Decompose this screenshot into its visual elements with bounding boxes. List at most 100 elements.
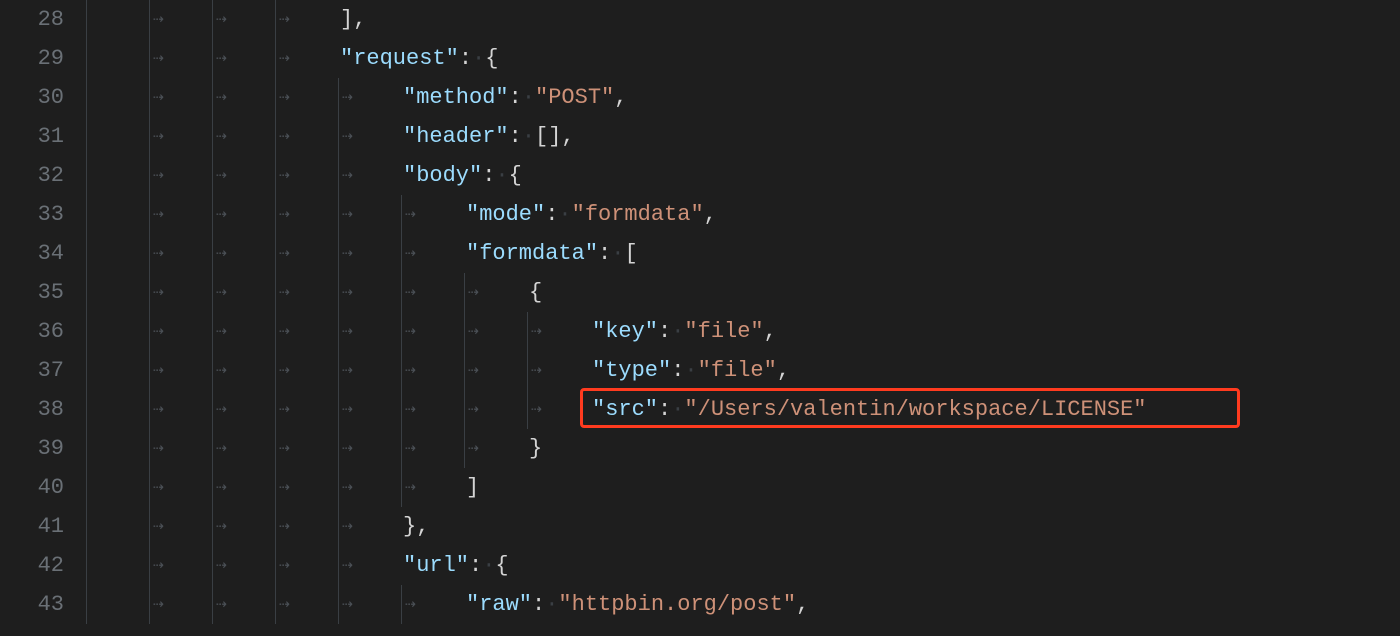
token-str: "httpbin.org/post" (558, 592, 796, 617)
code-line[interactable]: 29⇢⇢⇢"request":·{ (0, 39, 1400, 78)
line-number: 41 (0, 507, 86, 546)
token-key: "mode" (466, 202, 545, 227)
code-content[interactable]: ⇢⇢⇢⇢⇢"raw":·"httpbin.org/post", (86, 585, 1400, 624)
token-str: "POST" (535, 85, 614, 110)
token-key: "request" (340, 46, 459, 71)
line-number: 39 (0, 429, 86, 468)
code-text: "raw":·"httpbin.org/post", (86, 585, 809, 624)
code-text: "method":·"POST", (86, 78, 627, 117)
code-content[interactable]: ⇢⇢⇢⇢"url":·{ (86, 546, 1400, 585)
line-number: 38 (0, 390, 86, 429)
code-line[interactable]: 36⇢⇢⇢⇢⇢⇢⇢"key":·"file", (0, 312, 1400, 351)
code-line[interactable]: 37⇢⇢⇢⇢⇢⇢⇢"type":·"file", (0, 351, 1400, 390)
code-content[interactable]: ⇢⇢⇢⇢⇢⇢⇢"type":·"file", (86, 351, 1400, 390)
line-number: 33 (0, 195, 86, 234)
code-content[interactable]: ⇢⇢⇢⇢⇢⇢⇢"key":·"file", (86, 312, 1400, 351)
token-punct: : (482, 163, 495, 188)
line-number: 29 (0, 39, 86, 78)
token-punct: : (509, 85, 522, 110)
token-key: "type" (592, 358, 671, 383)
token-key: "header" (403, 124, 509, 149)
token-punct: , (614, 85, 627, 110)
token-punct: : (658, 397, 671, 422)
code-content[interactable]: ⇢⇢⇢⇢⇢] (86, 468, 1400, 507)
code-line[interactable]: 31⇢⇢⇢⇢"header":·[], (0, 117, 1400, 156)
code-line[interactable]: 33⇢⇢⇢⇢⇢"mode":·"formdata", (0, 195, 1400, 234)
code-editor[interactable]: 28⇢⇢⇢],29⇢⇢⇢"request":·{30⇢⇢⇢⇢"method":·… (0, 0, 1400, 636)
token-ws-dot: · (495, 163, 508, 188)
token-punct: : (671, 358, 684, 383)
token-key: "raw" (466, 592, 532, 617)
line-number: 36 (0, 312, 86, 351)
token-punct: } (529, 436, 542, 461)
code-text: "formdata":·[ (86, 234, 638, 273)
token-key: "method" (403, 85, 509, 110)
code-content[interactable]: ⇢⇢⇢⇢⇢⇢{ (86, 273, 1400, 312)
code-line[interactable]: 40⇢⇢⇢⇢⇢] (0, 468, 1400, 507)
token-punct: , (764, 319, 777, 344)
token-ws-dot: · (611, 241, 624, 266)
token-punct: }, (403, 514, 429, 539)
token-key: "body" (403, 163, 482, 188)
code-content[interactable]: ⇢⇢⇢⇢}, (86, 507, 1400, 546)
code-content[interactable]: ⇢⇢⇢], (86, 0, 1400, 39)
line-number: 43 (0, 585, 86, 624)
token-punct: , (796, 592, 809, 617)
code-content[interactable]: ⇢⇢⇢⇢"method":·"POST", (86, 78, 1400, 117)
code-text: "header":·[], (86, 117, 575, 156)
code-line[interactable]: 34⇢⇢⇢⇢⇢"formdata":·[ (0, 234, 1400, 273)
line-number: 31 (0, 117, 86, 156)
token-ws-dot: · (472, 46, 485, 71)
code-text: "request":·{ (86, 39, 498, 78)
token-ws-dot: · (482, 553, 495, 578)
code-line[interactable]: 42⇢⇢⇢⇢"url":·{ (0, 546, 1400, 585)
line-number: 28 (0, 0, 86, 39)
code-line[interactable]: 43⇢⇢⇢⇢⇢"raw":·"httpbin.org/post", (0, 585, 1400, 624)
line-number: 40 (0, 468, 86, 507)
line-number: 30 (0, 78, 86, 117)
code-content[interactable]: ⇢⇢⇢⇢⇢⇢⇢"src":·"/Users/valentin/workspace… (86, 390, 1400, 429)
code-line[interactable]: 38⇢⇢⇢⇢⇢⇢⇢"src":·"/Users/valentin/workspa… (0, 390, 1400, 429)
token-punct: : (532, 592, 545, 617)
code-text: "url":·{ (86, 546, 509, 585)
code-text: ] (86, 468, 479, 507)
token-str: "/Users/valentin/workspace/LICENSE" (684, 397, 1146, 422)
token-punct: ] (466, 475, 479, 500)
code-line[interactable]: 35⇢⇢⇢⇢⇢⇢{ (0, 273, 1400, 312)
token-ws-dot: · (671, 319, 684, 344)
code-content[interactable]: ⇢⇢⇢⇢⇢"formdata":·[ (86, 234, 1400, 273)
code-content[interactable]: ⇢⇢⇢⇢⇢"mode":·"formdata", (86, 195, 1400, 234)
code-text: "body":·{ (86, 156, 522, 195)
code-content[interactable]: ⇢⇢⇢"request":·{ (86, 39, 1400, 78)
token-punct: : (658, 319, 671, 344)
code-line[interactable]: 32⇢⇢⇢⇢"body":·{ (0, 156, 1400, 195)
code-text: { (86, 273, 542, 312)
token-ws-dot: · (558, 202, 571, 227)
token-key: "formdata" (466, 241, 598, 266)
token-punct: { (529, 280, 542, 305)
line-number: 37 (0, 351, 86, 390)
token-str: "formdata" (572, 202, 704, 227)
token-punct: { (495, 553, 508, 578)
code-text: "type":·"file", (86, 351, 790, 390)
code-text: }, (86, 507, 429, 546)
token-punct: ], (340, 7, 366, 32)
token-punct: : (459, 46, 472, 71)
code-content[interactable]: ⇢⇢⇢⇢"body":·{ (86, 156, 1400, 195)
code-line[interactable]: 41⇢⇢⇢⇢}, (0, 507, 1400, 546)
code-line[interactable]: 39⇢⇢⇢⇢⇢⇢} (0, 429, 1400, 468)
token-str: "file" (698, 358, 777, 383)
code-line[interactable]: 28⇢⇢⇢], (0, 0, 1400, 39)
code-text: } (86, 429, 542, 468)
code-line[interactable]: 30⇢⇢⇢⇢"method":·"POST", (0, 78, 1400, 117)
code-text: "mode":·"formdata", (86, 195, 717, 234)
token-ws-dot: · (522, 124, 535, 149)
code-content[interactable]: ⇢⇢⇢⇢"header":·[], (86, 117, 1400, 156)
token-key: "url" (403, 553, 469, 578)
token-punct: : (598, 241, 611, 266)
code-content[interactable]: ⇢⇢⇢⇢⇢⇢} (86, 429, 1400, 468)
token-ws-dot: · (671, 397, 684, 422)
token-key: "key" (592, 319, 658, 344)
token-punct: : (469, 553, 482, 578)
line-number: 35 (0, 273, 86, 312)
